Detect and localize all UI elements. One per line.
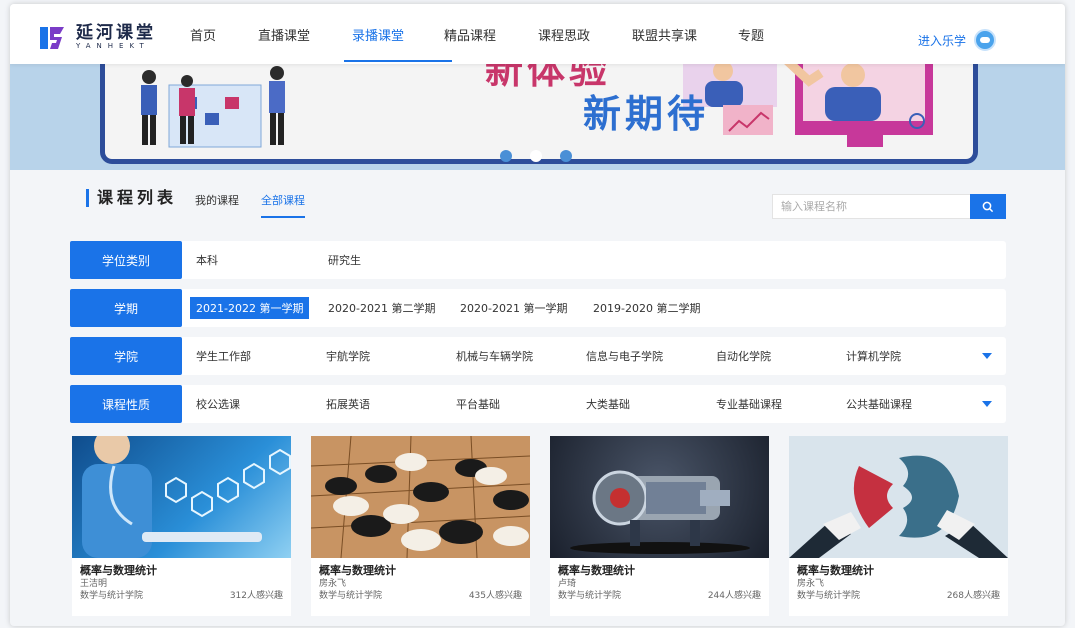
brand-name-en: YANHEKT bbox=[76, 42, 150, 50]
course-cover-image bbox=[72, 436, 291, 558]
course-meta: 数学与统计学院 435人感兴趣 bbox=[319, 590, 522, 602]
medical-tech-icon bbox=[82, 436, 291, 558]
top-header: 延河课堂 YANHEKT 首页 直播课堂 录播课堂 精品课程 课程思政 联盟共享… bbox=[10, 4, 1065, 64]
carousel-dot[interactable] bbox=[560, 150, 572, 162]
course-cover-image bbox=[789, 436, 1008, 558]
search-icon bbox=[982, 201, 994, 212]
course-title: 概率与数理统计 bbox=[80, 564, 157, 577]
filter-option[interactable]: 公共基础课程 bbox=[846, 396, 912, 412]
course-card[interactable]: 概率与数理统计 房永飞 数学与统计学院 435人感兴趣 bbox=[311, 436, 530, 616]
nav-ideology-course[interactable]: 课程思政 bbox=[538, 4, 632, 64]
filter-option[interactable]: 机械与车辆学院 bbox=[456, 348, 533, 364]
avatar[interactable] bbox=[974, 29, 997, 51]
nav-home[interactable]: 首页 bbox=[190, 4, 258, 64]
banner-slide: 新体验 新期待 bbox=[100, 62, 978, 164]
course-teacher: 卢琦 bbox=[558, 579, 577, 589]
course-card-grid: 概率与数理统计 王洁明 数学与统计学院 312人感兴趣 概率与数理统计 房永飞 … bbox=[72, 436, 1008, 616]
filter-option-selected[interactable]: 2021-2022 第一学期 bbox=[190, 297, 310, 319]
carousel-dot[interactable] bbox=[500, 150, 512, 162]
course-college: 数学与统计学院 bbox=[80, 591, 144, 601]
filter-option[interactable]: 拓展英语 bbox=[326, 396, 370, 412]
course-title: 概率与数理统计 bbox=[319, 564, 396, 577]
course-college: 数学与统计学院 bbox=[319, 591, 383, 601]
course-card[interactable]: 概率与数理统计 卢琦 数学与统计学院 244人感兴趣 bbox=[550, 436, 769, 616]
filter-option[interactable]: 专业基础课程 bbox=[716, 396, 782, 412]
course-card[interactable]: 概率与数理统计 王洁明 数学与统计学院 312人感兴趣 bbox=[72, 436, 291, 616]
filter-option[interactable]: 自动化学院 bbox=[716, 348, 771, 364]
filter-option[interactable]: 校公选课 bbox=[196, 396, 240, 412]
enter-lexue-link[interactable]: 进入乐学 bbox=[918, 29, 997, 51]
banner-headline-2: 新期待 bbox=[583, 92, 710, 136]
banner-carousel[interactable]: 新体验 新期待 bbox=[10, 62, 1065, 170]
logo[interactable]: 延河课堂 YANHEKT bbox=[38, 24, 156, 51]
course-title: 概率与数理统计 bbox=[558, 564, 635, 577]
course-meta: 数学与统计学院 312人感兴趣 bbox=[80, 590, 283, 602]
course-teacher: 王洁明 bbox=[80, 579, 108, 589]
filter-option[interactable]: 大类基础 bbox=[586, 396, 630, 412]
filter-option[interactable]: 学生工作部 bbox=[196, 348, 251, 364]
filter-label: 学院 bbox=[70, 337, 182, 375]
logo-mark-icon bbox=[38, 25, 66, 51]
go-board-icon bbox=[311, 436, 530, 558]
course-interest-count: 312人感兴趣 bbox=[229, 591, 283, 601]
filter-option[interactable]: 研究生 bbox=[328, 252, 361, 268]
nav-recorded-class[interactable]: 录播课堂 bbox=[344, 4, 452, 64]
course-info: 概率与数理统计 房永飞 数学与统计学院 435人感兴趣 bbox=[311, 558, 530, 608]
course-interest-count: 244人感兴趣 bbox=[707, 591, 761, 601]
filter-option[interactable]: 2020-2021 第一学期 bbox=[460, 300, 567, 316]
filter-course-type: 课程性质 校公选课 拓展英语 平台基础 大类基础 专业基础课程 公共基础课程 bbox=[70, 385, 1006, 423]
course-college: 数学与统计学院 bbox=[558, 591, 622, 601]
course-meta: 数学与统计学院 268人感兴趣 bbox=[797, 590, 1000, 602]
puzzle-hands-icon bbox=[789, 455, 1008, 558]
expand-chevron-down-icon[interactable] bbox=[982, 353, 992, 359]
filter-college: 学院 学生工作部 宇航学院 机械与车辆学院 信息与电子学院 自动化学院 计算机学… bbox=[70, 337, 1006, 375]
expand-chevron-down-icon[interactable] bbox=[982, 401, 992, 407]
nav-topics[interactable]: 专题 bbox=[738, 4, 798, 64]
enter-lexue-label: 进入乐学 bbox=[918, 33, 967, 48]
course-info: 概率与数理统计 卢琦 数学与统计学院 244人感兴趣 bbox=[550, 558, 769, 608]
course-cover-image bbox=[550, 436, 769, 558]
course-college: 数学与统计学院 bbox=[797, 591, 861, 601]
filter-option[interactable]: 计算机学院 bbox=[846, 348, 901, 364]
filter-label: 学期 bbox=[70, 289, 182, 327]
course-interest-count: 268人感兴趣 bbox=[946, 591, 1000, 601]
tab-all-courses[interactable]: 全部课程 bbox=[261, 192, 305, 218]
search-button[interactable] bbox=[970, 194, 1006, 219]
tab-my-courses[interactable]: 我的课程 bbox=[195, 192, 239, 218]
course-list-tabs: 我的课程 全部课程 bbox=[195, 192, 305, 218]
engine-icon bbox=[570, 470, 750, 554]
filter-degree: 学位类别 本科 研究生 bbox=[70, 241, 1006, 279]
filter-option[interactable]: 宇航学院 bbox=[326, 348, 370, 364]
brand-name-cn: 延河课堂 bbox=[76, 23, 156, 43]
filter-option[interactable]: 2020-2021 第二学期 bbox=[328, 300, 435, 316]
nav-alliance-share[interactable]: 联盟共享课 bbox=[632, 4, 738, 64]
course-teacher: 房永飞 bbox=[319, 579, 347, 589]
filter-option[interactable]: 2019-2020 第二学期 bbox=[593, 300, 700, 316]
app-window: 延河课堂 YANHEKT 首页 直播课堂 录播课堂 精品课程 课程思政 联盟共享… bbox=[10, 4, 1065, 626]
course-teacher: 房永飞 bbox=[797, 579, 825, 589]
nav-live-class[interactable]: 直播课堂 bbox=[258, 4, 352, 64]
course-info: 概率与数理统计 房永飞 数学与统计学院 268人感兴趣 bbox=[789, 558, 1008, 608]
course-card[interactable]: 概率与数理统计 房永飞 数学与统计学院 268人感兴趣 bbox=[789, 436, 1008, 616]
filter-label: 学位类别 bbox=[70, 241, 182, 279]
logo-text: 延河课堂 YANHEKT bbox=[76, 24, 156, 51]
course-list-title: 课程列表 bbox=[86, 189, 177, 207]
filter-option[interactable]: 信息与电子学院 bbox=[586, 348, 663, 364]
carousel-indicators bbox=[500, 150, 572, 162]
carousel-dot[interactable] bbox=[530, 150, 542, 162]
course-search-input[interactable] bbox=[772, 194, 970, 219]
filter-option[interactable]: 平台基础 bbox=[456, 396, 500, 412]
course-interest-count: 435人感兴趣 bbox=[468, 591, 522, 601]
nav-featured-course[interactable]: 精品课程 bbox=[444, 4, 538, 64]
course-cover-image bbox=[311, 436, 530, 558]
filter-label: 课程性质 bbox=[70, 385, 182, 423]
course-meta: 数学与统计学院 244人感兴趣 bbox=[558, 590, 761, 602]
course-info: 概率与数理统计 王洁明 数学与统计学院 312人感兴趣 bbox=[72, 558, 291, 608]
filter-option[interactable]: 本科 bbox=[196, 252, 218, 268]
course-title: 概率与数理统计 bbox=[797, 564, 874, 577]
main-nav: 首页 直播课堂 录播课堂 精品课程 课程思政 联盟共享课 专题 bbox=[178, 4, 798, 64]
filter-semester: 学期 2021-2022 第一学期 2020-2021 第二学期 2020-20… bbox=[70, 289, 1006, 327]
course-search bbox=[772, 194, 1006, 219]
